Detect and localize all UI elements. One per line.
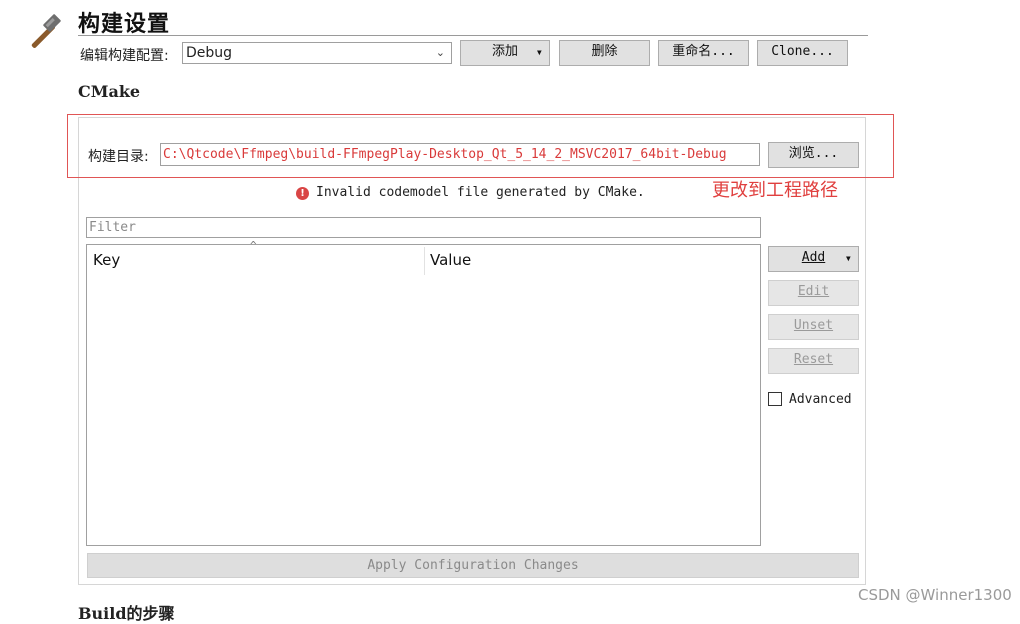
hammer-icon — [31, 14, 61, 48]
advanced-checkbox[interactable] — [768, 392, 782, 406]
add-key-label: Add — [801, 250, 826, 265]
build-dir-input[interactable]: C:\Qtcode\Ffmpeg\build-FFmpegPlay-Deskto… — [160, 143, 760, 166]
error-icon: ! — [296, 187, 309, 200]
chevron-down-icon: ⌄ — [435, 46, 445, 59]
build-steps-heading: Build的步骤 — [78, 604, 175, 623]
sort-caret-icon: ^ — [250, 239, 257, 252]
build-config-label: 编辑构建配置: — [80, 48, 169, 64]
advanced-label: Advanced — [789, 392, 852, 407]
edit-key-button[interactable]: Edit — [768, 280, 859, 306]
page-title: 构建设置 — [78, 12, 171, 37]
cmake-heading: CMake — [78, 82, 141, 101]
clone-config-button[interactable]: Clone... — [757, 40, 848, 66]
delete-config-label: 删除 — [591, 44, 618, 59]
browse-button[interactable]: 浏览... — [768, 142, 859, 168]
add-config-button[interactable]: 添加 — [460, 40, 550, 66]
add-config-label: 添加 — [491, 44, 518, 59]
column-header-value[interactable]: Value — [430, 251, 471, 269]
rename-config-label: 重命名... — [672, 44, 735, 59]
column-divider[interactable] — [424, 247, 425, 275]
browse-label: 浏览... — [788, 146, 839, 161]
build-dir-label: 构建目录: — [88, 149, 149, 165]
error-message: Invalid codemodel file generated by CMak… — [316, 185, 645, 200]
edit-key-label: Edit — [797, 284, 830, 299]
title-divider — [78, 35, 868, 36]
add-key-button[interactable]: Add — [768, 246, 859, 272]
reset-key-button[interactable]: Reset — [768, 348, 859, 374]
build-config-value: Debug — [186, 45, 233, 61]
filter-input[interactable]: Filter — [86, 217, 761, 238]
build-config-select[interactable]: Debug ⌄ — [182, 42, 452, 64]
reset-key-label: Reset — [793, 352, 834, 367]
column-header-key[interactable]: Key — [93, 251, 120, 269]
rename-config-button[interactable]: 重命名... — [658, 40, 749, 66]
annotation-text: 更改到工程路径 — [712, 180, 838, 201]
clone-config-label: Clone... — [771, 44, 834, 59]
apply-config-button[interactable]: Apply Configuration Changes — [87, 553, 859, 578]
delete-config-button[interactable]: 删除 — [559, 40, 650, 66]
unset-key-button[interactable]: Unset — [768, 314, 859, 340]
watermark: CSDN @Winner1300 — [858, 586, 1012, 604]
cmake-config-table[interactable]: ^ Key Value — [86, 239, 761, 546]
unset-key-label: Unset — [793, 318, 834, 333]
